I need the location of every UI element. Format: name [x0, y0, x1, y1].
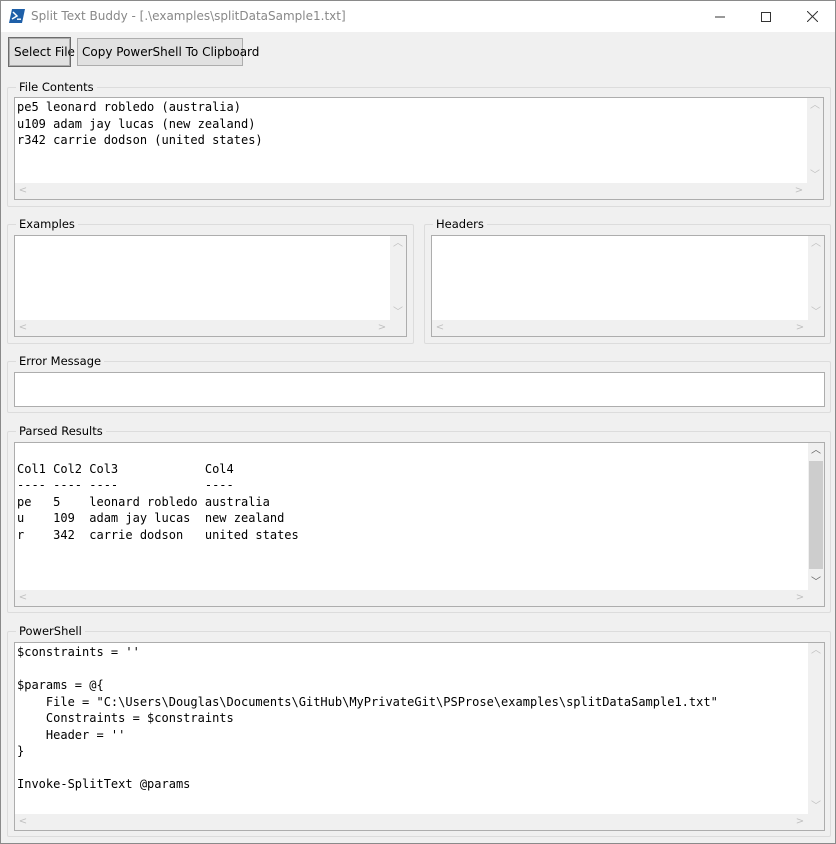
scroll-down-icon[interactable]: ﹀ — [808, 305, 824, 321]
scroll-corner — [807, 183, 823, 199]
parsed-results-textbox[interactable]: Col1 Col2 Col3 Col4 ---- ---- ---- ---- … — [14, 442, 825, 607]
scroll-corner — [808, 320, 824, 336]
examples-label: Examples — [16, 217, 78, 231]
file-contents-group: File Contents pe5 leonard robledo (austr… — [7, 80, 831, 207]
scroll-down-icon[interactable]: ﹀ — [808, 799, 824, 815]
maximize-icon — [761, 11, 771, 22]
copy-powershell-button[interactable]: Copy PowerShell To Clipboard — [77, 38, 259, 66]
scroll-corner — [390, 320, 406, 336]
scroll-left-icon[interactable]: < — [432, 320, 448, 336]
powershell-group: PowerShell $constraints = '' $params = @… — [7, 624, 831, 837]
scroll-right-icon[interactable]: > — [791, 183, 807, 199]
scroll-up-icon[interactable]: ︿ — [808, 643, 824, 659]
parsed-results-scroll-thumb[interactable] — [809, 461, 823, 569]
scroll-right-icon[interactable]: > — [792, 320, 808, 336]
error-message-label: Error Message — [16, 354, 105, 368]
scroll-right-icon[interactable]: > — [792, 590, 808, 606]
scroll-up-icon[interactable]: ︿ — [808, 443, 824, 459]
error-message-textbox[interactable] — [14, 372, 825, 407]
scroll-down-icon[interactable]: ﹀ — [808, 575, 824, 591]
minimize-button[interactable] — [697, 1, 743, 32]
file-contents-hscroll[interactable]: < > — [15, 183, 807, 199]
window-title: Split Text Buddy - [.\examples\splitData… — [31, 9, 346, 23]
examples-group: Examples ︿ ﹀ < > — [7, 217, 414, 344]
file-contents-text: pe5 leonard robledo (australia) u109 ada… — [17, 100, 263, 147]
scroll-corner — [808, 590, 824, 606]
file-contents-textbox[interactable]: pe5 leonard robledo (australia) u109 ada… — [14, 97, 824, 200]
scroll-down-icon[interactable]: ﹀ — [390, 305, 406, 321]
headers-label: Headers — [433, 217, 487, 231]
scroll-up-icon[interactable]: ︿ — [390, 236, 406, 252]
scroll-left-icon[interactable]: < — [15, 590, 31, 606]
powershell-textbox[interactable]: $constraints = '' $params = @{ File = "C… — [14, 642, 825, 831]
examples-hscroll[interactable]: < > — [15, 320, 390, 336]
scroll-up-icon[interactable]: ︿ — [808, 236, 824, 252]
scroll-up-icon[interactable]: ︿ — [807, 98, 823, 114]
error-message-group: Error Message — [7, 354, 831, 413]
headers-textbox[interactable]: ︿ ﹀ < > — [431, 235, 825, 337]
file-contents-label: File Contents — [16, 80, 97, 94]
headers-vscroll[interactable]: ︿ ﹀ — [808, 236, 824, 321]
headers-hscroll[interactable]: < > — [432, 320, 808, 336]
app-window: Split Text Buddy - [.\examples\splitData… — [0, 0, 836, 844]
parsed-results-group: Parsed Results Col1 Col2 Col3 Col4 ---- … — [7, 424, 831, 613]
scroll-left-icon[interactable]: < — [15, 320, 31, 336]
powershell-code: $constraints = '' $params = @{ File = "C… — [17, 645, 718, 791]
scroll-left-icon[interactable]: < — [15, 183, 31, 199]
file-contents-vscroll[interactable]: ︿ ﹀ — [807, 98, 823, 184]
scroll-left-icon[interactable]: < — [15, 814, 31, 830]
powershell-icon — [9, 9, 25, 23]
title-bar[interactable]: Split Text Buddy - [.\examples\splitData… — [1, 1, 835, 32]
scroll-down-icon[interactable]: ﹀ — [807, 168, 823, 184]
close-button[interactable] — [789, 1, 835, 32]
maximize-button[interactable] — [743, 1, 789, 32]
parsed-results-hscroll[interactable]: < > — [15, 590, 808, 606]
minimize-icon — [715, 12, 725, 22]
parsed-results-text: Col1 Col2 Col3 Col4 ---- ---- ---- ---- … — [17, 461, 299, 542]
scroll-corner — [808, 814, 824, 830]
headers-group: Headers ︿ ﹀ < > — [424, 217, 831, 344]
parsed-results-vscroll[interactable]: ︿ ﹀ — [808, 443, 824, 591]
scroll-right-icon[interactable]: > — [374, 320, 390, 336]
examples-textbox[interactable]: ︿ ﹀ < > — [14, 235, 407, 337]
powershell-label: PowerShell — [16, 624, 85, 638]
examples-vscroll[interactable]: ︿ ﹀ — [390, 236, 406, 321]
parsed-results-label: Parsed Results — [16, 424, 106, 438]
powershell-vscroll[interactable]: ︿ ﹀ — [808, 643, 824, 815]
close-icon — [806, 11, 818, 22]
powershell-hscroll[interactable]: < > — [15, 814, 808, 830]
scroll-right-icon[interactable]: > — [792, 814, 808, 830]
select-file-button[interactable]: Select File — [8, 37, 75, 67]
